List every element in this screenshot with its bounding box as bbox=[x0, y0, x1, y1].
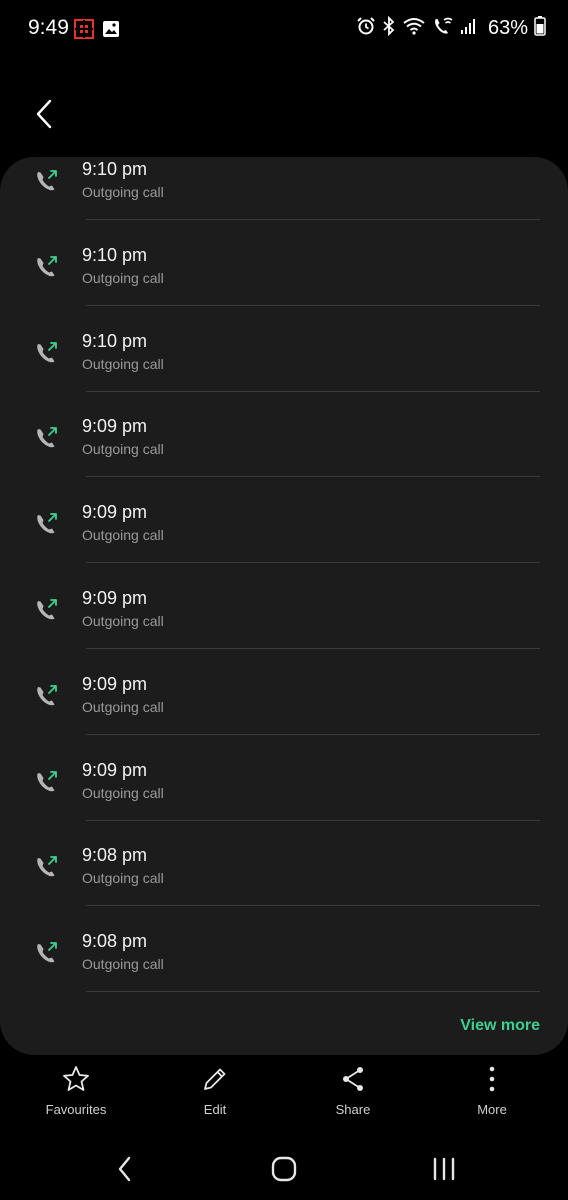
call-time: 9:09 pm bbox=[82, 759, 148, 780]
call-time: 9:09 pm bbox=[82, 588, 148, 608]
more-vertical-icon bbox=[489, 1066, 495, 1092]
row-divider bbox=[86, 476, 540, 478]
wifi-icon bbox=[402, 16, 426, 41]
call-log-row[interactable]: 9:10 pm Outgoing call bbox=[0, 235, 568, 321]
status-left-icons bbox=[74, 19, 120, 44]
outgoing-call-icon bbox=[34, 768, 60, 794]
call-type: Outgoing call bbox=[82, 698, 164, 715]
call-log-row[interactable]: 9:09 pm Outgoing call bbox=[0, 750, 568, 836]
call-history-card: 9:10 pm Outgoing call 9:10 pm Outgoing call… bbox=[0, 157, 568, 1055]
outgoing-call-icon bbox=[34, 167, 60, 193]
row-divider bbox=[86, 733, 540, 735]
call-type: Outgoing call bbox=[82, 527, 164, 544]
call-log-row[interactable]: 9:09 pm Outgoing call bbox=[0, 664, 568, 750]
status-right: 63% bbox=[356, 15, 546, 41]
status-time: 9:49 bbox=[28, 16, 69, 39]
nav-recents-icon bbox=[433, 1157, 455, 1181]
outgoing-call-icon bbox=[34, 424, 60, 450]
call-type: Outgoing call bbox=[82, 184, 164, 200]
outgoing-call-icon bbox=[34, 339, 60, 365]
outgoing-call-icon bbox=[34, 596, 60, 622]
call-type: Outgoing call bbox=[82, 956, 164, 973]
bluetooth-icon bbox=[382, 15, 396, 41]
call-log-row[interactable]: 9:09 pm Outgoing call bbox=[0, 492, 568, 578]
call-time: 9:09 pm bbox=[82, 673, 148, 694]
outgoing-call-icon bbox=[34, 253, 60, 279]
row-divider bbox=[86, 648, 540, 649]
call-log-row[interactable]: 9:10 pm Outgoing call bbox=[0, 157, 568, 235]
call-log-row[interactable]: 9:08 pm Outgoing call bbox=[0, 835, 568, 921]
nav-back-button[interactable] bbox=[105, 1152, 145, 1186]
share-icon bbox=[343, 1067, 363, 1091]
alarm-icon bbox=[356, 16, 376, 41]
call-time: 9:08 pm bbox=[82, 931, 148, 952]
row-divider bbox=[86, 819, 540, 821]
favourites-label: Favourites bbox=[45, 1102, 107, 1117]
bottom-toolbar: Favourites Edit Share More bbox=[0, 1064, 568, 1126]
nav-back-icon bbox=[118, 1156, 131, 1182]
outgoing-call-icon bbox=[34, 853, 60, 879]
row-divider bbox=[86, 219, 540, 220]
wifi-calling-icon bbox=[432, 16, 454, 41]
call-time: 9:10 pm bbox=[82, 330, 148, 351]
call-log-row[interactable]: 9:10 pm Outgoing call bbox=[0, 321, 568, 407]
pencil-icon bbox=[204, 1068, 226, 1090]
outgoing-call-icon bbox=[34, 510, 60, 536]
call-time: 9:08 pm bbox=[82, 845, 148, 866]
call-type: Outgoing call bbox=[82, 441, 164, 458]
view-more-button[interactable]: View more bbox=[460, 1017, 540, 1035]
call-time: 9:09 pm bbox=[82, 502, 148, 523]
call-log-row[interactable]: 9:09 pm Outgoing call bbox=[0, 406, 568, 492]
app-notification-icon bbox=[74, 19, 94, 44]
call-time: 9:10 pm bbox=[82, 159, 148, 179]
system-nav-bar bbox=[0, 1140, 568, 1200]
back-button[interactable] bbox=[26, 94, 62, 134]
row-divider bbox=[86, 991, 540, 993]
signal-icon bbox=[460, 17, 478, 40]
outgoing-call-icon bbox=[34, 682, 60, 708]
share-label: Share bbox=[335, 1102, 371, 1117]
share-button[interactable]: Share bbox=[298, 1064, 408, 1117]
nav-home-icon bbox=[271, 1156, 297, 1182]
call-type: Outgoing call bbox=[82, 269, 164, 286]
star-icon bbox=[63, 1066, 89, 1091]
call-log-row[interactable]: 9:09 pm Outgoing call bbox=[0, 578, 568, 664]
call-time: 9:10 pm bbox=[82, 244, 148, 265]
favourites-button[interactable]: Favourites bbox=[21, 1064, 131, 1117]
outgoing-call-icon bbox=[34, 939, 60, 965]
call-time: 9:09 pm bbox=[82, 416, 148, 437]
row-divider bbox=[86, 905, 540, 907]
call-type: Outgoing call bbox=[82, 355, 164, 372]
call-type: Outgoing call bbox=[82, 613, 164, 629]
nav-home-button[interactable] bbox=[264, 1152, 304, 1186]
edit-button[interactable]: Edit bbox=[160, 1064, 270, 1117]
more-button[interactable]: More bbox=[437, 1064, 547, 1117]
call-log-row[interactable]: 9:08 pm Outgoing call bbox=[0, 921, 568, 1007]
row-divider bbox=[86, 390, 540, 392]
status-bar: 9:49 63% bbox=[0, 0, 568, 58]
back-arrow-icon bbox=[36, 99, 52, 129]
more-label: More bbox=[477, 1102, 507, 1117]
edit-label: Edit bbox=[203, 1102, 227, 1117]
row-divider bbox=[86, 562, 540, 564]
row-divider bbox=[86, 304, 540, 306]
nav-recents-button[interactable] bbox=[424, 1152, 464, 1186]
call-type: Outgoing call bbox=[82, 870, 164, 887]
call-type: Outgoing call bbox=[82, 784, 164, 801]
battery-percent: 63% bbox=[487, 17, 528, 39]
battery-icon bbox=[534, 16, 546, 41]
gallery-icon bbox=[102, 20, 120, 43]
